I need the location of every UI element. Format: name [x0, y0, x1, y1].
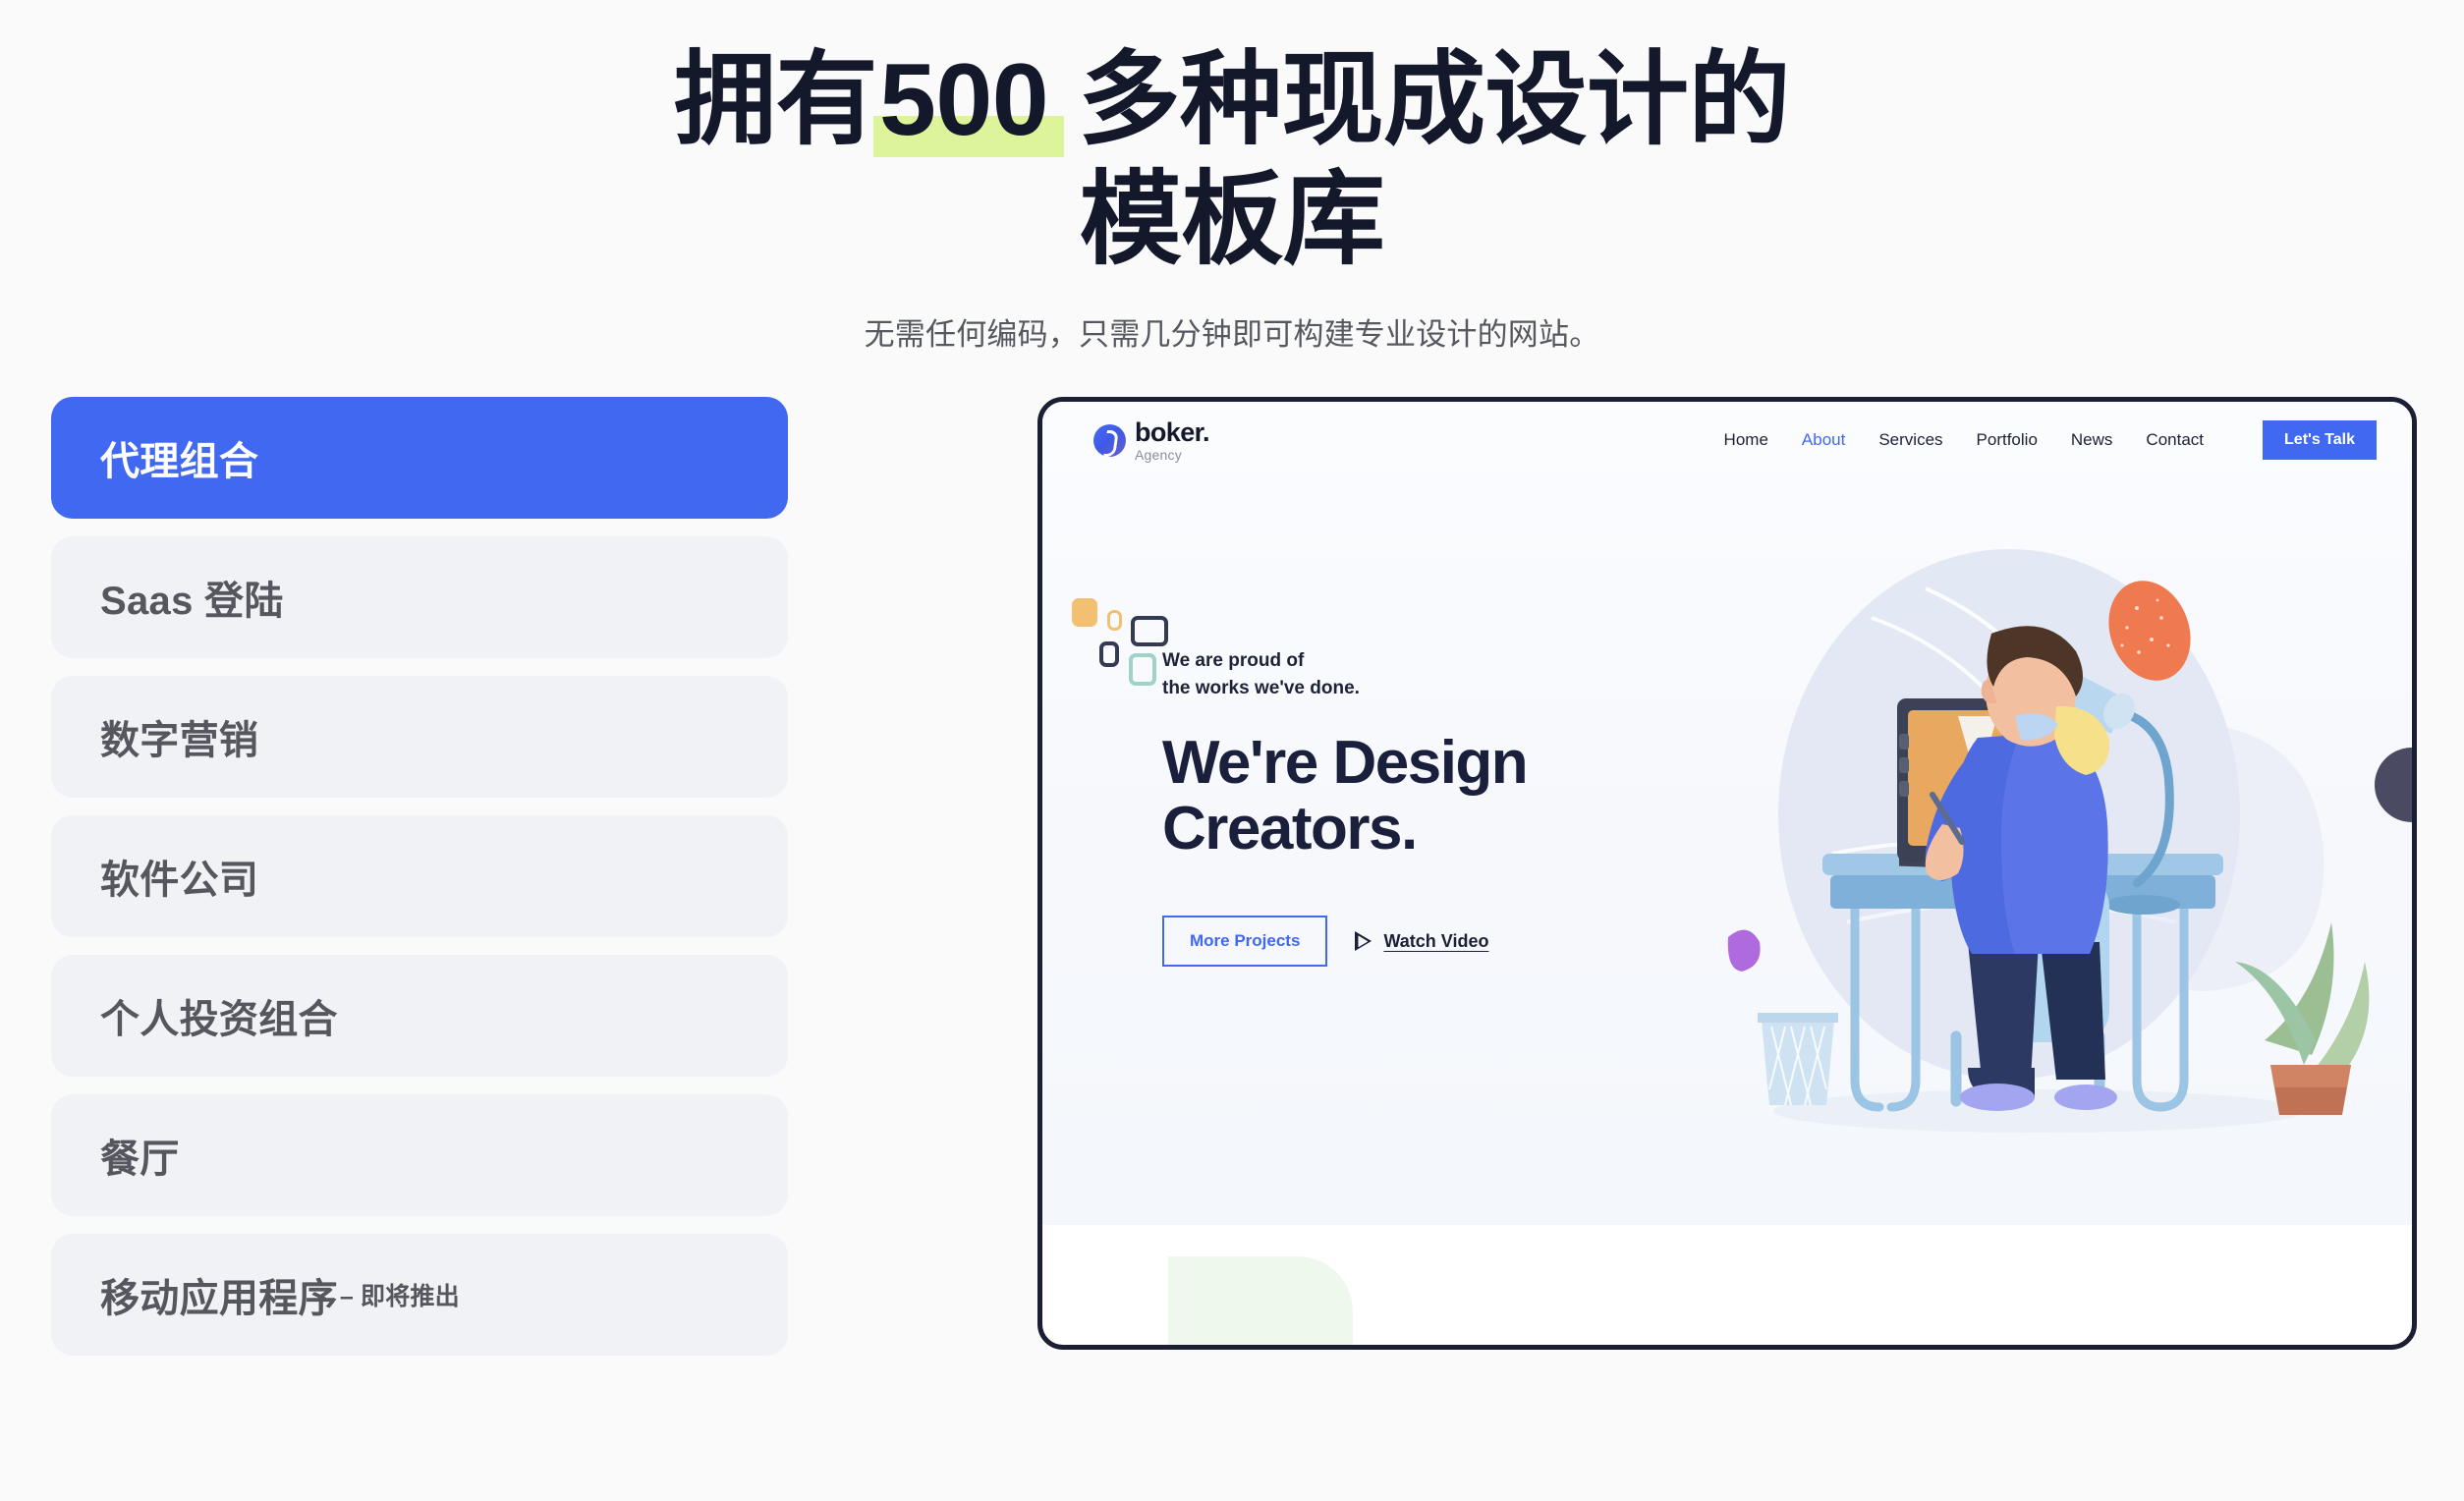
watch-video-label: Watch Video [1383, 930, 1489, 951]
preview-hero-section: boker. Agency Home About Services Portfo… [1042, 402, 2412, 1226]
category-item-restaurant[interactable]: 餐厅 [51, 1094, 788, 1217]
category-label: 软件公司 [100, 859, 259, 903]
hero-kicker-line-2: the works we've done. [1162, 677, 1360, 698]
hero-kicker: We are proud of the works we've done. [1162, 647, 1575, 701]
category-label: 移动应用程序 [100, 1277, 338, 1321]
page-title: 拥有500 多种现成设计的 模板库 [0, 41, 2464, 280]
square-filled-orange-icon [1072, 598, 1097, 628]
template-preview: boker. Agency Home About Services Portfo… [1037, 397, 2417, 1351]
nav-link-news[interactable]: News [2071, 430, 2113, 450]
page-header: 拥有500 多种现成设计的 模板库 无需任何编码，只需几分钟即可构建专业设计的网… [0, 0, 2464, 354]
page-title-line-2: 模板库 [1079, 162, 1385, 277]
category-list: 代理组合 Saas 登陆 数字营销 软件公司 个人投资组合 餐厅 移动应用程序 … [51, 397, 788, 1357]
logo-subtitle: Agency [1135, 446, 1182, 463]
hero-actions: More Projects Watch Video [1162, 916, 1575, 968]
nav-link-about[interactable]: About [1802, 430, 1845, 450]
square-outline-navy-large-icon [1131, 616, 1168, 647]
category-item-personal-portfolio[interactable]: 个人投资组合 [51, 955, 788, 1078]
category-label: 代理组合 [100, 440, 259, 484]
bottom-green-shape [1168, 1256, 1353, 1346]
square-outline-navy-small-icon [1099, 641, 1119, 668]
designer-at-desk-illustration [1727, 549, 2370, 1134]
preview-logo[interactable]: boker. Agency [1093, 417, 1210, 463]
category-label: 数字营销 [100, 719, 259, 763]
more-projects-button[interactable]: More Projects [1162, 916, 1328, 968]
category-item-mobile-app[interactable]: 移动应用程序 – 即将推出 [51, 1234, 788, 1357]
boker-logo-icon [1093, 423, 1126, 457]
preview-hero-copy: We are proud of the works we've done. We… [1162, 647, 1575, 968]
logo-name: boker. [1135, 417, 1210, 447]
nav-link-portfolio[interactable]: Portfolio [1977, 430, 2038, 450]
category-coming-soon-badge: – 即将推出 [339, 1283, 460, 1311]
category-label: Saas 登陆 [100, 580, 284, 624]
category-item-digital-marketing[interactable]: 数字营销 [51, 676, 788, 799]
category-item-agency-portfolio[interactable]: 代理组合 [51, 397, 788, 520]
category-label: 餐厅 [100, 1138, 180, 1182]
watch-video-link[interactable]: Watch Video [1355, 931, 1488, 952]
hero-title: We're Design Creators. [1162, 729, 1575, 863]
page-title-line-1: 拥有500 多种现成设计的 [0, 41, 2464, 161]
lets-talk-button[interactable]: Let's Talk [2263, 420, 2377, 461]
page-title-highlight-500: 500 [873, 41, 1065, 161]
hero-illustration [1714, 529, 2402, 1178]
nav-link-contact[interactable]: Contact [2146, 430, 2204, 450]
page-title-suffix: 多种现成设计的 [1050, 43, 1790, 157]
category-item-saas-landing[interactable]: Saas 登陆 [51, 536, 788, 659]
preview-nav-links: Home About Services Portfolio News Conta… [1724, 420, 2377, 461]
preview-frame: boker. Agency Home About Services Portfo… [1037, 397, 2417, 1351]
square-outline-orange-icon [1107, 610, 1122, 632]
hero-title-line-1: We're Design [1162, 729, 1529, 798]
main-content: 代理组合 Saas 登陆 数字营销 软件公司 个人投资组合 餐厅 移动应用程序 … [0, 354, 2464, 1357]
hero-title-line-2: Creators. [1162, 795, 1418, 863]
play-icon [1355, 931, 1372, 952]
hero-kicker-line-1: We are proud of [1162, 650, 1305, 672]
nav-link-services[interactable]: Services [1878, 430, 1942, 450]
page-title-prefix: 拥有 [674, 43, 878, 157]
category-label: 个人投资组合 [100, 998, 338, 1042]
nav-link-home[interactable]: Home [1724, 430, 1768, 450]
preview-navbar: boker. Agency Home About Services Portfo… [1042, 402, 2412, 478]
category-item-software-company[interactable]: 软件公司 [51, 815, 788, 938]
square-outline-teal-icon [1129, 653, 1156, 687]
page-subtitle: 无需任何编码，只需几分钟即可构建专业设计的网站。 [864, 317, 1600, 353]
